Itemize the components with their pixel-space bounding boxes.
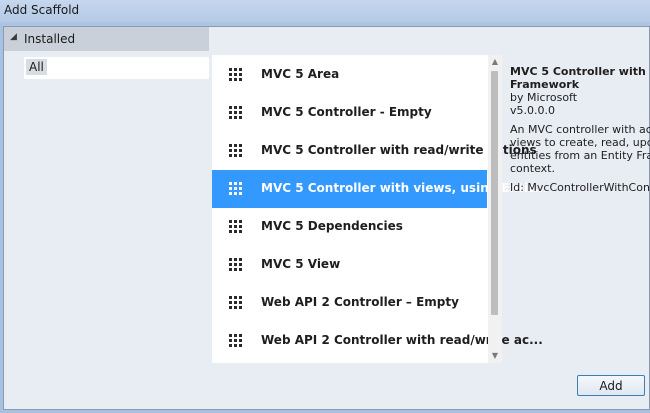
list-scrollbar[interactable]: ▲ ▼ — [488, 55, 502, 363]
grid-icon — [229, 144, 242, 157]
grid-icon — [229, 296, 242, 309]
tree-item-all[interactable]: All — [24, 57, 209, 79]
details-id: Id: MvcControllerWithContex — [510, 181, 650, 194]
title-bar[interactable]: Add Scaffold — [0, 0, 650, 22]
tree-node-installed[interactable]: ◢ Installed — [4, 27, 209, 51]
scaffold-list-item[interactable]: MVC 5 Dependencies — [212, 208, 487, 246]
details-description-line: An MVC controller with actio — [510, 123, 650, 136]
scaffold-list-item-label: MVC 5 View — [261, 257, 341, 271]
scroll-down-arrow-icon[interactable]: ▼ — [488, 349, 502, 363]
scaffold-list-item-label: MVC 5 Controller - Empty — [261, 105, 432, 119]
scaffold-list-item[interactable]: MVC 5 View — [212, 246, 487, 284]
grid-icon — [229, 258, 242, 271]
grid-icon — [229, 106, 242, 119]
scaffold-list: MVC 5 Area MVC 5 Controller - Empty MVC 5 … — [212, 55, 548, 363]
dialog-content: ◢ Installed All MVC 5 Area MVC 5 Controll… — [3, 26, 650, 410]
details-description-line: entities from an Entity Frame — [510, 149, 650, 162]
scaffold-list-item[interactable]: MVC 5 Controller with views, using Entit… — [212, 170, 548, 208]
details-title-line2: Framework — [510, 78, 580, 91]
scaffold-list-item-label: MVC 5 Controller with views, using Entit… — [261, 181, 548, 195]
grid-icon — [229, 182, 242, 195]
grid-icon — [229, 68, 242, 81]
scroll-up-arrow-icon[interactable]: ▲ — [488, 55, 502, 69]
tree-node-installed-label: Installed — [24, 32, 76, 46]
add-scaffold-dialog: Add Scaffold ◢ Installed All MVC 5 Area M… — [0, 0, 650, 413]
tree-item-all-label: All — [26, 59, 47, 75]
scaffold-list-item[interactable]: Web API 2 Controller with read/write ac.… — [212, 322, 543, 360]
scaffold-list-item-label: MVC 5 Dependencies — [261, 219, 403, 233]
details-description-line: views to create, read, update, — [510, 136, 650, 149]
details-description-line: context. — [510, 162, 555, 175]
scaffold-list-item[interactable]: Web API 2 Controller – Empty — [212, 284, 487, 322]
scaffold-list-item[interactable]: MVC 5 Controller - Empty — [212, 94, 487, 132]
scaffold-list-item-label: MVC 5 Area — [261, 67, 340, 81]
collapse-arrow-icon[interactable]: ◢ — [10, 32, 17, 42]
details-author: by Microsoft — [510, 91, 578, 104]
details-title-line1: MVC 5 Controller with view — [510, 65, 650, 78]
grid-icon — [229, 220, 242, 233]
window-title: Add Scaffold — [4, 3, 80, 17]
category-tree: ◢ Installed All — [4, 27, 209, 409]
details-version: v5.0.0.0 — [510, 104, 555, 117]
scroll-thumb[interactable] — [491, 71, 498, 315]
scaffold-list-item[interactable]: MVC 5 Controller with read/write actions — [212, 132, 537, 170]
scaffold-list-item[interactable]: MVC 5 Area — [212, 56, 487, 94]
grid-icon — [229, 334, 242, 347]
add-button[interactable]: Add — [577, 375, 645, 396]
tree-empty-area — [4, 79, 209, 379]
details-panel: MVC 5 Controller with view Framework by … — [510, 65, 650, 355]
scaffold-list-item-label: Web API 2 Controller – Empty — [261, 295, 459, 309]
